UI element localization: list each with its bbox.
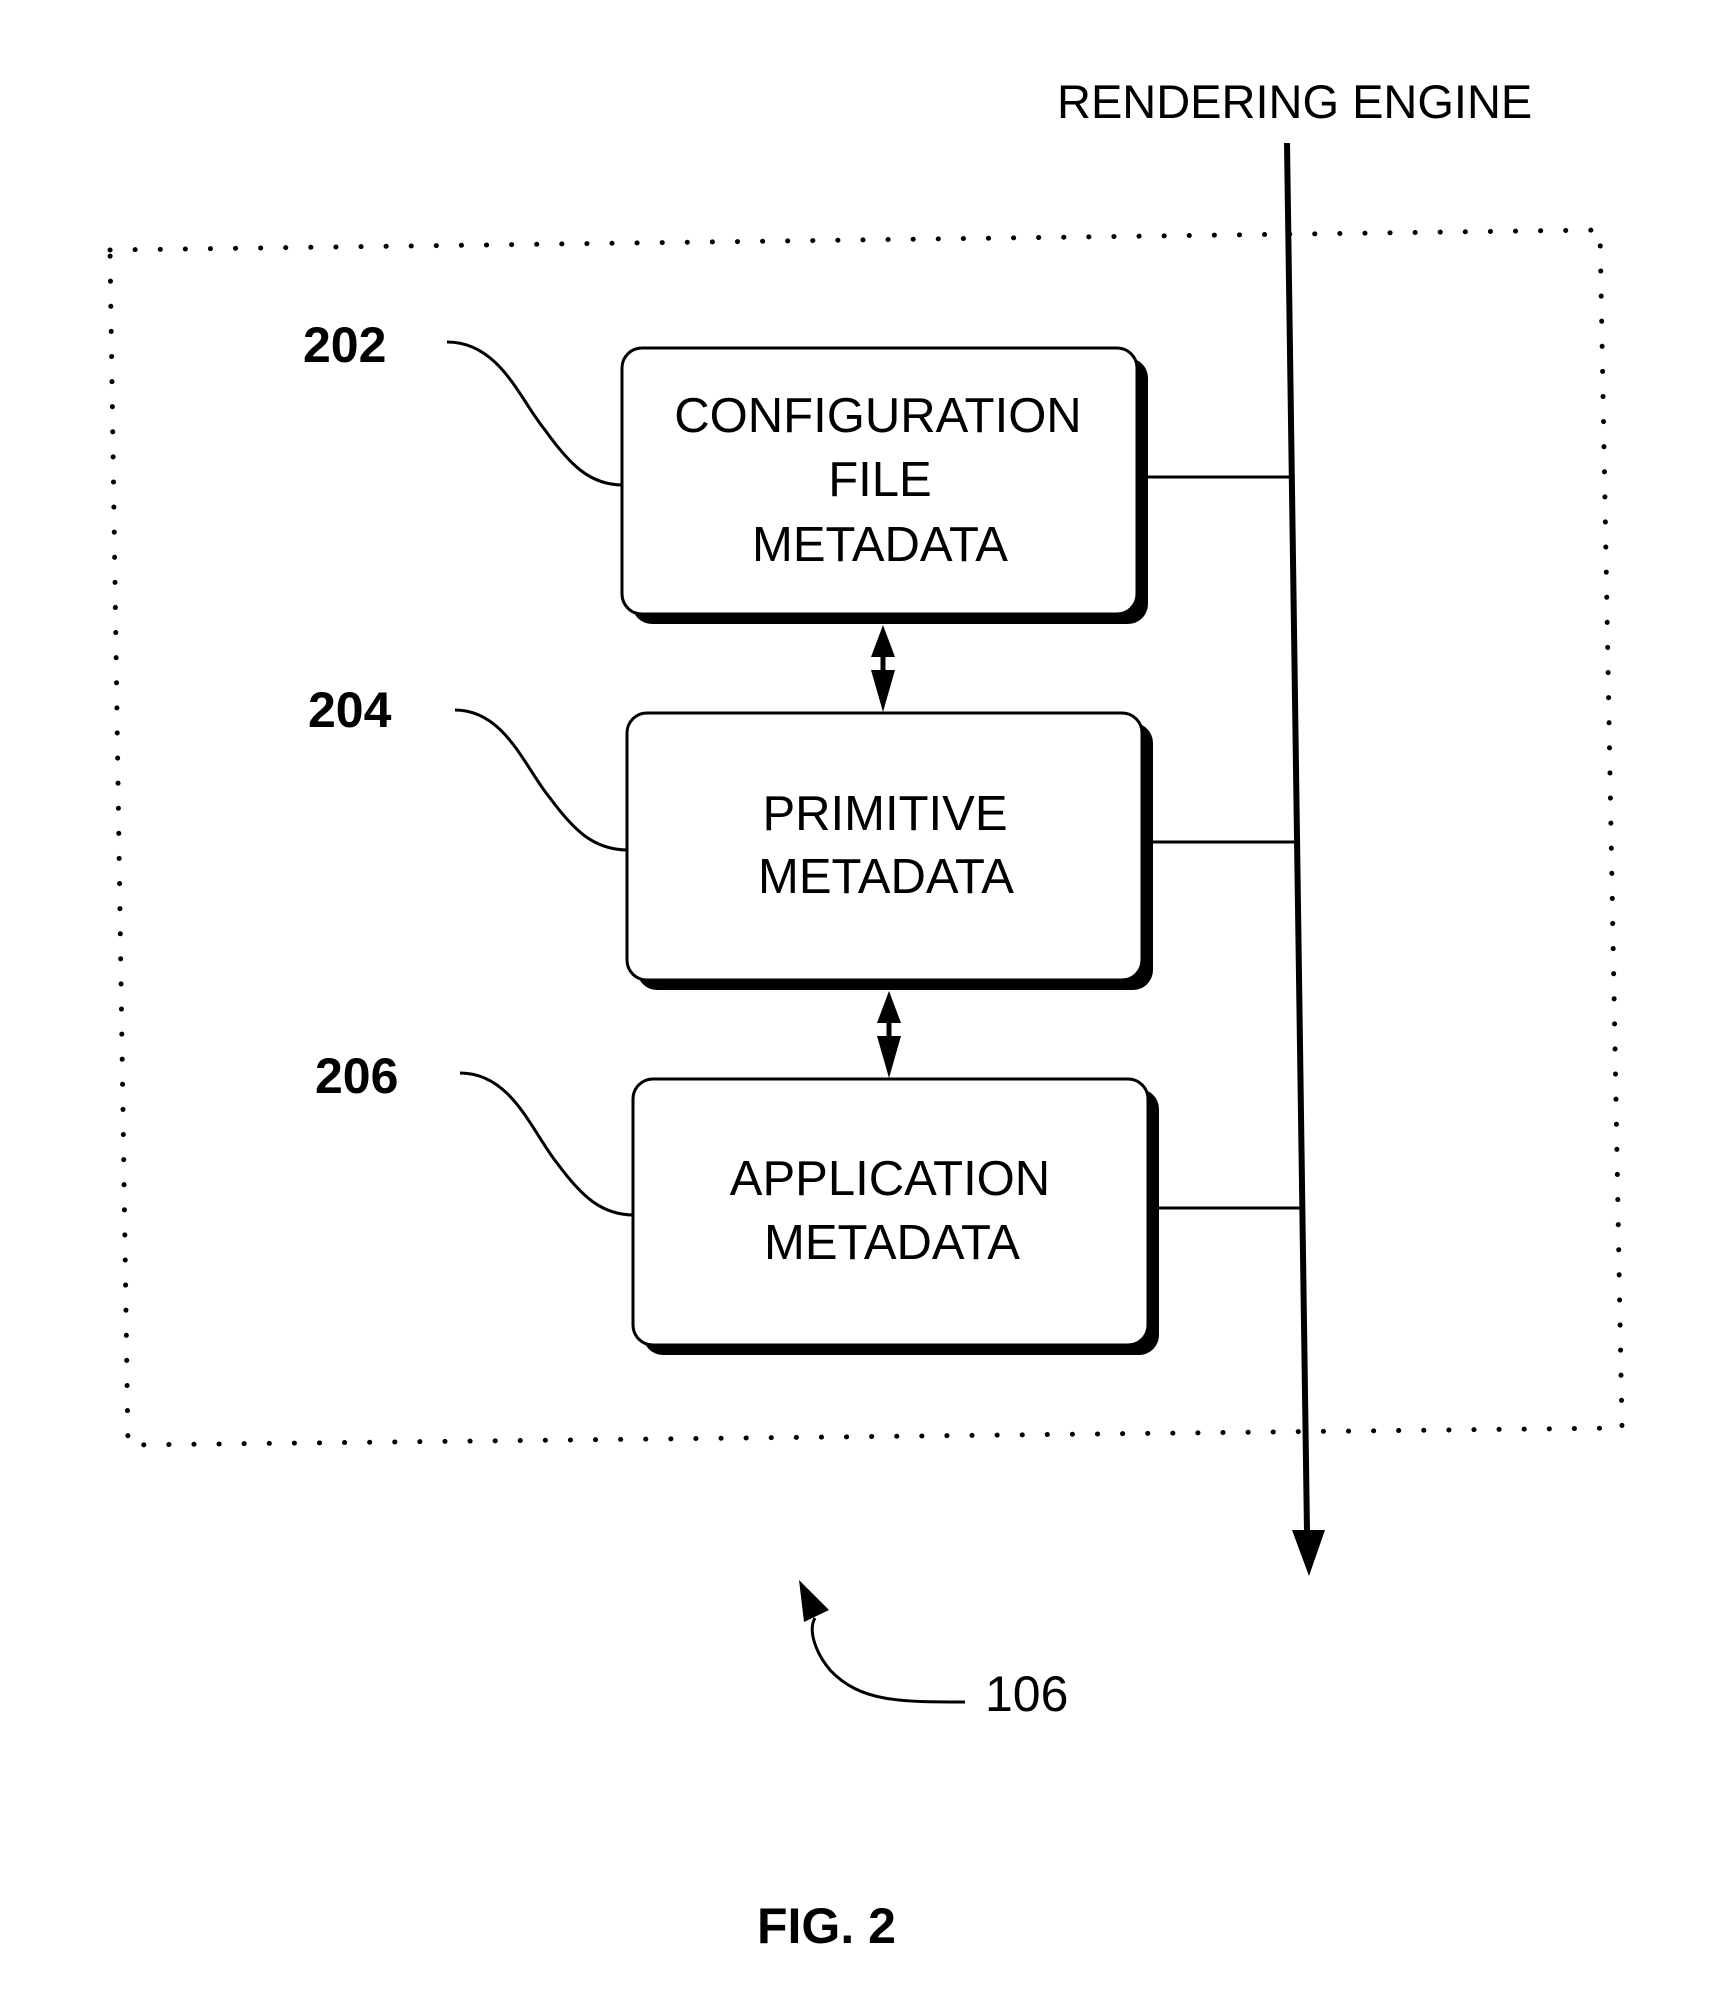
arrowhead-down xyxy=(871,670,895,712)
block-configuration-file-metadata: CONFIGURATION FILE METADATA xyxy=(620,346,1148,624)
figure-caption: FIG. 2 xyxy=(757,1898,896,1954)
rendering-engine-label: RENDERING ENGINE xyxy=(1057,75,1532,128)
reference-numeral-202: 202 xyxy=(303,317,386,373)
block-label-line: FILE xyxy=(828,453,931,507)
leader-line-206 xyxy=(459,1071,635,1217)
block-application-metadata: APPLICATION METADATA xyxy=(631,1077,1159,1355)
block-label-line: APPLICATION xyxy=(730,1152,1050,1206)
block-label-line: METADATA xyxy=(764,1216,1020,1270)
reference-numeral-106: 106 xyxy=(985,1666,1068,1722)
arrowhead-up xyxy=(871,625,895,657)
system-reference-arrow-shaft xyxy=(810,1617,966,1704)
bidirectional-arrow-204-206 xyxy=(877,991,901,1078)
block-label-line: METADATA xyxy=(752,518,1008,572)
block-body xyxy=(631,1077,1150,1347)
rendering-engine-line xyxy=(1284,142,1310,1533)
bidirectional-arrow-202-204 xyxy=(871,625,895,712)
reference-numeral-204: 204 xyxy=(308,682,392,738)
leader-line-204 xyxy=(454,708,629,852)
rendering-engine-arrowhead xyxy=(1292,1530,1325,1576)
arrowhead-down xyxy=(877,1036,901,1078)
block-label-line: METADATA xyxy=(758,850,1014,904)
block-primitive-metadata: PRIMITIVE METADATA xyxy=(625,711,1153,990)
leader-line-202 xyxy=(446,340,624,487)
block-label-line: PRIMITIVE xyxy=(762,787,1007,841)
reference-numeral-206: 206 xyxy=(315,1048,398,1104)
block-label-line: CONFIGURATION xyxy=(674,389,1081,443)
patent-figure: RENDERING ENGINE CONFIGURATION FILE META… xyxy=(107,75,1625,1954)
arrowhead-up xyxy=(877,991,901,1023)
block-body xyxy=(625,711,1144,982)
system-reference-arrowhead xyxy=(799,1580,829,1622)
